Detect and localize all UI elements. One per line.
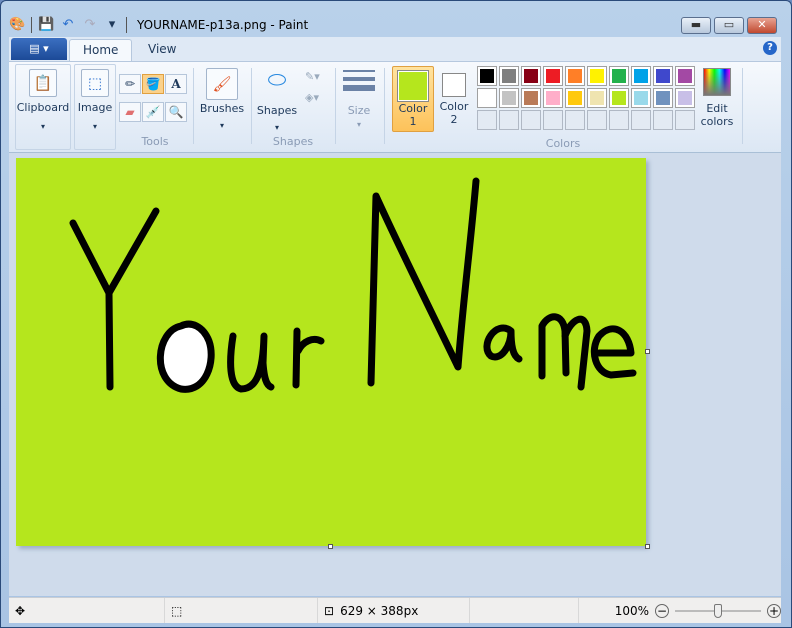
- resize-handle-right[interactable]: [645, 349, 650, 354]
- status-bar: ✥ ⬚ ⊡ 629 × 388px 100% − +: [9, 597, 781, 623]
- outline-icon[interactable]: ✎▾: [305, 70, 320, 83]
- palette-custom-empty-swatch[interactable]: [675, 110, 695, 130]
- clipboard-icon: 📋: [29, 69, 57, 97]
- pencil-icon[interactable]: ✏: [119, 74, 141, 94]
- palette-custom-empty-swatch[interactable]: [609, 110, 629, 130]
- palette-color-swatch[interactable]: [631, 66, 651, 86]
- save-icon[interactable]: 💾: [38, 17, 54, 33]
- resize-handle-corner[interactable]: [645, 544, 650, 549]
- ribbon: 📋 Clipboard ▾ ⬚ Image ▾ ✏ 🪣 A ▰ 💉 🔍 Tools …: [9, 61, 781, 153]
- palette-color-swatch[interactable]: [543, 88, 563, 108]
- cursor-position: ✥: [9, 598, 165, 623]
- zoom-in-button[interactable]: +: [767, 603, 781, 618]
- palette-color-swatch[interactable]: [675, 88, 695, 108]
- brushes-button[interactable]: 🖌 Brushes ▾: [197, 68, 247, 131]
- palette-color-swatch[interactable]: [653, 66, 673, 86]
- paint-menu-button[interactable]: ▤ ▾: [11, 38, 67, 60]
- shapes-icon: ⬭: [267, 68, 287, 93]
- shapes-group: ⬭ Shapes ▾ ✎▾ ◈▾ Shapes: [253, 64, 333, 150]
- paint-app-icon[interactable]: 🎨: [9, 17, 25, 33]
- edit-colors-button[interactable]: Edit colors: [697, 68, 737, 128]
- title-bar: 🎨 💾 ↶ ↷ ▾ YOURNAME-p13a.png - Paint: [9, 13, 783, 37]
- palette-color-swatch[interactable]: [543, 66, 563, 86]
- size-icon: [343, 70, 375, 91]
- palette-color-swatch[interactable]: [499, 88, 519, 108]
- palette-color-swatch[interactable]: [609, 88, 629, 108]
- redo-icon[interactable]: ↷: [82, 17, 98, 33]
- clipboard-group: 📋 Clipboard ▾: [15, 64, 71, 150]
- selection-size: ⬚: [165, 598, 319, 623]
- brush-icon: 🖌: [206, 68, 238, 100]
- maximize-button[interactable]: ▭: [714, 17, 744, 34]
- palette-color-swatch[interactable]: [587, 66, 607, 86]
- palette-color-swatch[interactable]: [631, 88, 651, 108]
- image-size-icon: ⊡: [324, 603, 335, 618]
- zoom-out-button[interactable]: −: [655, 603, 669, 618]
- customize-quick-access-icon[interactable]: ▾: [104, 17, 120, 33]
- tab-view[interactable]: View: [135, 39, 189, 61]
- palette-color-swatch[interactable]: [521, 66, 541, 86]
- clipboard-button[interactable]: 📋 Clipboard ▾: [16, 69, 70, 132]
- color2-swatch: [444, 75, 464, 95]
- divider: [31, 17, 32, 33]
- edit-colors-icon: [703, 68, 731, 96]
- fill-icon[interactable]: 🪣: [142, 74, 164, 94]
- image-size: ⊡ 629 × 388px: [318, 598, 471, 623]
- palette-color-swatch[interactable]: [653, 88, 673, 108]
- image-group: ⬚ Image ▾: [74, 64, 116, 150]
- palette-color-swatch[interactable]: [499, 66, 519, 86]
- size-button[interactable]: Size ▾: [339, 68, 379, 130]
- palette-custom-empty-swatch[interactable]: [477, 110, 497, 130]
- window-title: YOURNAME-p13a.png - Paint: [137, 18, 309, 32]
- shapes-button[interactable]: ⬭ Shapes ▾: [253, 68, 301, 133]
- palette-custom-empty-swatch[interactable]: [543, 110, 563, 130]
- shape-fill-icon[interactable]: ◈▾: [305, 91, 319, 104]
- undo-icon[interactable]: ↶: [60, 17, 76, 33]
- text-icon[interactable]: A: [165, 74, 187, 94]
- palette-color-swatch[interactable]: [675, 66, 695, 86]
- palette-custom-empty-swatch[interactable]: [653, 110, 673, 130]
- zoom-slider-thumb[interactable]: [714, 603, 722, 618]
- palette-color-swatch[interactable]: [477, 66, 497, 86]
- help-icon[interactable]: ?: [763, 41, 777, 55]
- select-icon: ⬚: [81, 69, 109, 97]
- image-button[interactable]: ⬚ Image ▾: [75, 69, 115, 132]
- minimize-button[interactable]: ▬: [681, 17, 711, 34]
- color-picker-icon[interactable]: 💉: [142, 102, 164, 122]
- resize-handle-bottom[interactable]: [328, 544, 333, 549]
- close-button[interactable]: ✕: [747, 17, 777, 34]
- selection-icon: ⬚: [170, 603, 183, 618]
- paint-window: 🎨 💾 ↶ ↷ ▾ YOURNAME-p13a.png - Paint ▬ ▭ …: [0, 0, 792, 628]
- palette-color-swatch[interactable]: [477, 88, 497, 108]
- canvas-workspace: [9, 153, 781, 596]
- palette-custom-empty-swatch[interactable]: [565, 110, 585, 130]
- move-cursor-icon: ✥: [15, 603, 26, 618]
- drawn-text-your-name: [69, 177, 637, 393]
- zoom-level: 100%: [614, 603, 649, 618]
- divider: [126, 17, 127, 33]
- magnifier-icon[interactable]: 🔍: [165, 102, 187, 122]
- tab-home[interactable]: Home: [69, 39, 133, 61]
- palette-color-swatch[interactable]: [565, 66, 585, 86]
- drawing-canvas[interactable]: [16, 158, 646, 546]
- zoom-slider[interactable]: [675, 603, 761, 618]
- palette-custom-empty-swatch[interactable]: [499, 110, 519, 130]
- eraser-icon[interactable]: ▰: [119, 102, 141, 122]
- color2-button[interactable]: Color 2: [437, 66, 471, 132]
- palette-custom-empty-swatch[interactable]: [631, 110, 651, 130]
- palette-color-swatch[interactable]: [609, 66, 629, 86]
- palette-color-swatch[interactable]: [587, 88, 607, 108]
- palette-color-swatch[interactable]: [521, 88, 541, 108]
- palette-custom-empty-swatch[interactable]: [521, 110, 541, 130]
- color1-swatch: [399, 72, 427, 100]
- palette-color-swatch[interactable]: [565, 88, 585, 108]
- ribbon-tabs: ▤ ▾ Home View ?: [9, 37, 781, 61]
- palette-custom-empty-swatch[interactable]: [587, 110, 607, 130]
- color1-button[interactable]: Color 1: [392, 66, 434, 132]
- tools-group: ✏ 🪣 A ▰ 💉 🔍 Tools: [119, 64, 191, 150]
